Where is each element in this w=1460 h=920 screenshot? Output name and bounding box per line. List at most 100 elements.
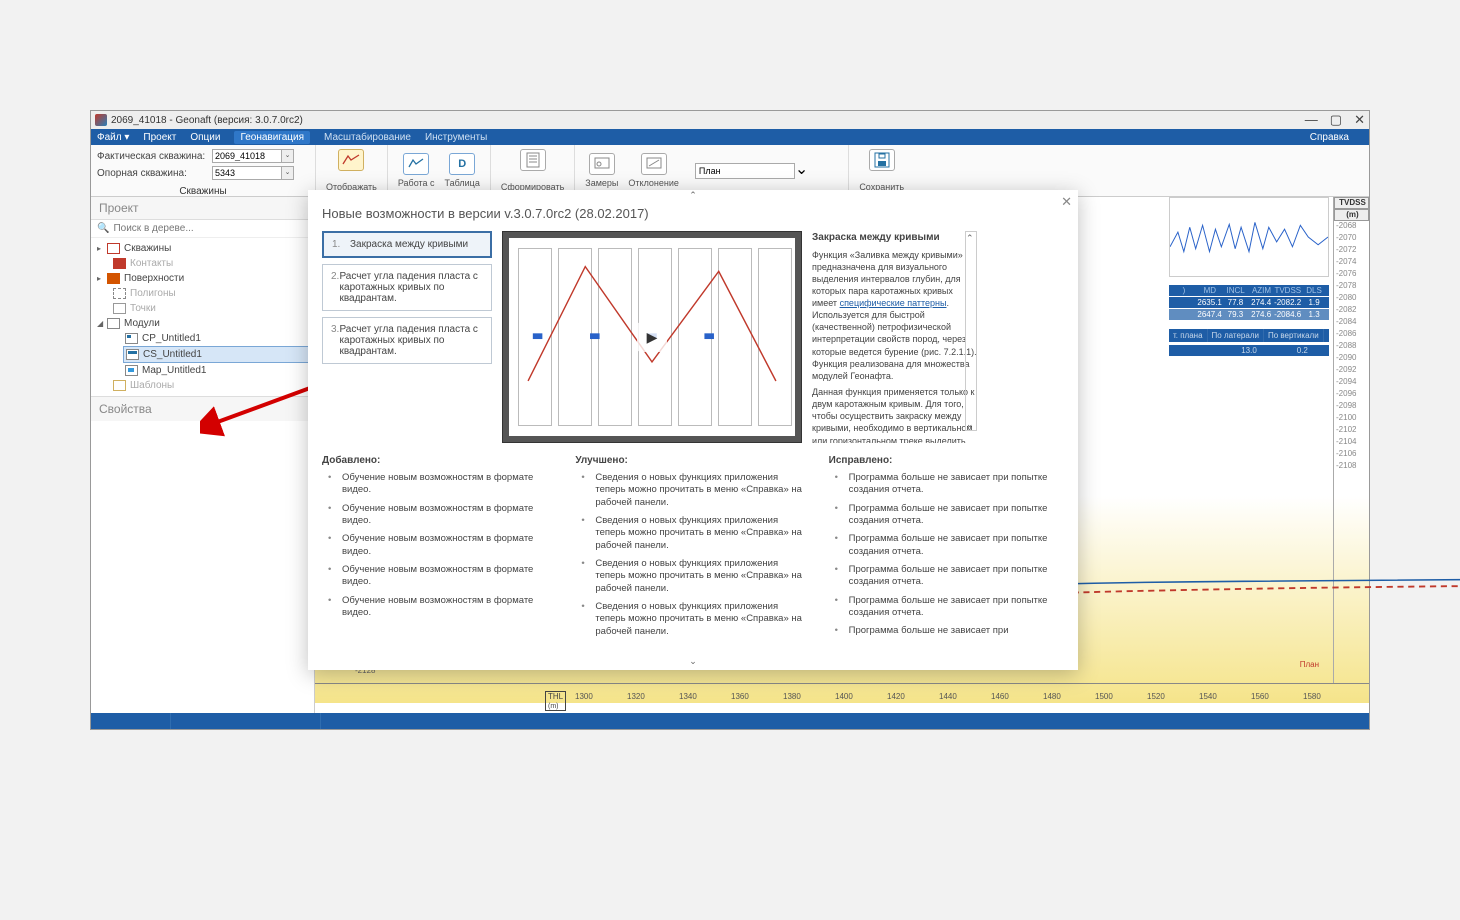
list-item: Программа больше не зависает при попытке… (841, 503, 1064, 528)
list-item: Обучение новым возможностям в формате ви… (334, 564, 557, 589)
dialog-nav-item-3[interactable]: 3.Расчет угла падения пласта с каротажны… (322, 317, 492, 364)
tree-templates[interactable]: Шаблоны (111, 378, 310, 393)
polygons-icon (113, 288, 126, 299)
table-icon[interactable]: D (449, 153, 475, 175)
menu-project[interactable]: Проект (143, 132, 176, 143)
plan-select[interactable] (695, 163, 795, 179)
desc-scrollbar[interactable]: ⌃⌄ (965, 231, 977, 431)
dialog-nav-item-2[interactable]: 2.Расчет угла падения пласта с каротажны… (322, 264, 492, 311)
cp-icon (125, 333, 138, 344)
improved-column: Улучшено: Сведения о новых функциях прил… (575, 455, 810, 629)
list-item: Программа больше не зависает при попытке… (841, 595, 1064, 620)
wells-icon (107, 243, 120, 254)
offset-values: 13.00.2 (1169, 345, 1329, 356)
ribbon-display-group: Отображать (315, 145, 387, 196)
list-item: Обучение новым возможностям в формате ви… (334, 503, 557, 528)
window-title: 2069_41018 - Geonaft (версия: 3.0.7.0rc2… (111, 115, 303, 126)
tree-points[interactable]: Точки (111, 301, 310, 316)
ribbon-workwith-group: Работа с D Таблица (387, 145, 490, 196)
search-icon: 🔍 (97, 223, 109, 234)
actual-well-dropdown-icon[interactable]: ⌄ (282, 149, 294, 163)
reference-well-input[interactable] (212, 166, 282, 180)
dialog-nav: 1.Закраска между кривыми 2.Расчет угла п… (322, 231, 492, 443)
whats-new-dialog: ✕ Новые возможности в версии v.3.0.7.0rc… (308, 190, 1078, 670)
desc-heading: Закраска между кривыми (812, 231, 977, 245)
list-item: Сведения о новых функциях приложения теп… (587, 472, 810, 509)
tree-search[interactable]: 🔍 Поиск в дереве... (91, 220, 314, 238)
save-icon[interactable] (869, 149, 895, 171)
list-item: Сведения о новых функциях приложения теп… (587, 601, 810, 637)
menu-geonavigation[interactable]: Геонавигация (234, 131, 310, 144)
workwith-icon[interactable] (403, 153, 429, 175)
maximize-button[interactable]: ▢ (1330, 112, 1342, 128)
reference-well-label: Опорная скважина: (97, 168, 212, 179)
contacts-icon (113, 258, 126, 269)
tree-polygons[interactable]: Полигоны (111, 286, 310, 301)
measurements-icon[interactable] (589, 153, 615, 175)
actual-well-label: Фактическая скважина: (97, 151, 212, 162)
thl-label: THL(m) (545, 691, 566, 711)
ribbon-well-selectors: Фактическая скважина: ⌄ Опорная скважина… (91, 145, 315, 196)
list-item: Программа больше не зависает при попытке… (841, 564, 1064, 589)
cs-icon (126, 349, 139, 360)
menu-options[interactable]: Опции (190, 132, 220, 143)
title-bar: 2069_41018 - Geonaft (версия: 3.0.7.0rc2… (91, 111, 1369, 129)
dialog-nav-item-1[interactable]: 1.Закраска между кривыми (322, 231, 492, 258)
tree-wells[interactable]: ▸Скважины (95, 241, 310, 256)
menu-scaling[interactable]: Масштабирование (324, 132, 411, 143)
y-axis: TVDSS (m) -2068-2070-2072 -2074-2076-207… (1333, 197, 1369, 683)
tree-modules[interactable]: ◢Модули (95, 316, 310, 331)
generate-icon[interactable] (520, 149, 546, 171)
plan-dropdown-icon[interactable]: ⌄ (795, 163, 808, 179)
ribbon-measurements-group: Замеры Отклонение ⌄ (574, 145, 818, 196)
play-icon[interactable]: ▶ (637, 322, 667, 352)
close-button[interactable]: ✕ (1354, 112, 1365, 128)
list-item: Обучение новым возможностям в формате ви… (334, 595, 557, 620)
desc-link[interactable]: специфические паттерны (840, 298, 947, 308)
display-icon[interactable] (338, 149, 364, 171)
tree-contacts[interactable]: Контакты (111, 256, 310, 271)
fixed-column: Исправлено: Программа больше не зависает… (829, 455, 1064, 629)
x-axis: THL(m) 1300 1320 1340 1360 1380 1400 142… (315, 683, 1369, 713)
menu-bar: Файл ▾ Проект Опции Геонавигация Масштаб… (91, 129, 1369, 145)
app-logo-icon (95, 114, 107, 126)
tree-cs-module[interactable]: CS_Untitled1 (123, 346, 310, 363)
tree-surfaces[interactable]: ▸Поверхности (95, 271, 310, 286)
actual-well-input[interactable] (212, 149, 282, 163)
ribbon-save-group: Сохранить (848, 145, 914, 196)
menu-help[interactable]: Справка (1310, 132, 1349, 143)
dialog-video[interactable]: ▶ (502, 231, 802, 443)
ribbon-generate-group: Сформировать (490, 145, 574, 196)
tree-cp-module[interactable]: CP_Untitled1 (123, 331, 310, 346)
list-item: Программа больше не зависает при (841, 625, 1064, 637)
log-mini-chart (1169, 197, 1329, 277)
reference-well-dropdown-icon[interactable]: ⌄ (282, 166, 294, 180)
tree-map-module[interactable]: Map_Untitled1 (123, 363, 310, 378)
points-icon (113, 303, 126, 314)
offset-tabs[interactable]: т. планаПо латералиПо вертикали (1169, 329, 1329, 342)
deviation-label: Отклонение (628, 178, 679, 188)
dialog-description: ⌃⌄ Закраска между кривыми Функция «Залив… (812, 231, 977, 443)
status-bar (91, 713, 1369, 729)
list-item: Обучение новым возможностям в формате ви… (334, 533, 557, 558)
table-label: Таблица (445, 178, 480, 188)
workwith-label: Работа с (398, 178, 435, 188)
templates-icon (113, 380, 126, 391)
sidebar: Проект 🔍 Поиск в дереве... ▸Скважины Кон… (91, 197, 315, 713)
project-tree: ▸Скважины Контакты ▸Поверхности Полигоны… (91, 238, 314, 396)
list-item: Программа больше не зависает при попытке… (841, 533, 1064, 558)
list-item: Программа больше не зависает при попытке… (841, 472, 1064, 497)
minimize-button[interactable]: — (1305, 112, 1318, 128)
modules-icon (107, 318, 120, 329)
menu-tools[interactable]: Инструменты (425, 132, 487, 143)
menu-file[interactable]: Файл ▾ (97, 132, 129, 143)
surfaces-icon (107, 273, 120, 284)
sidebar-properties-header: Свойства (91, 396, 314, 421)
survey-table: )MDINCLAZIMTVDSSDLS 2635.177.8274.4-2082… (1169, 285, 1329, 321)
dialog-changes: Добавлено: Обучение новым возможностям в… (308, 447, 1078, 637)
plan-trace-label: План (1300, 660, 1319, 669)
added-column: Добавлено: Обучение новым возможностям в… (322, 455, 557, 629)
list-item: Сведения о новых функциях приложения теп… (587, 515, 810, 552)
deviation-icon[interactable] (641, 153, 667, 175)
wells-group-label: Скважины (97, 186, 309, 197)
